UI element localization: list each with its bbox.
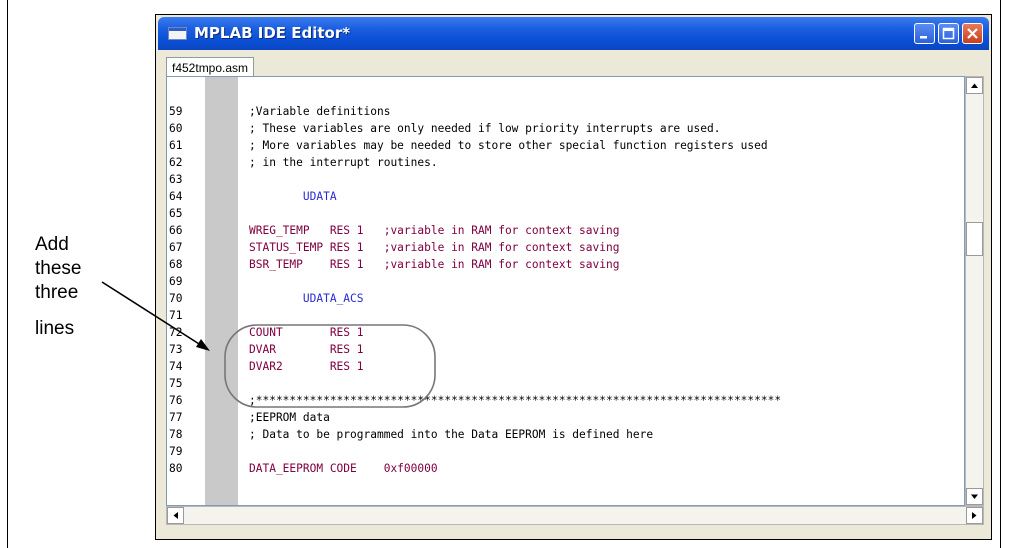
annotation-arrow-line: [101, 281, 208, 350]
annotation-overlay: [101, 281, 436, 408]
arrow-head-icon: [196, 339, 210, 351]
highlight-ellipse: [224, 324, 436, 408]
